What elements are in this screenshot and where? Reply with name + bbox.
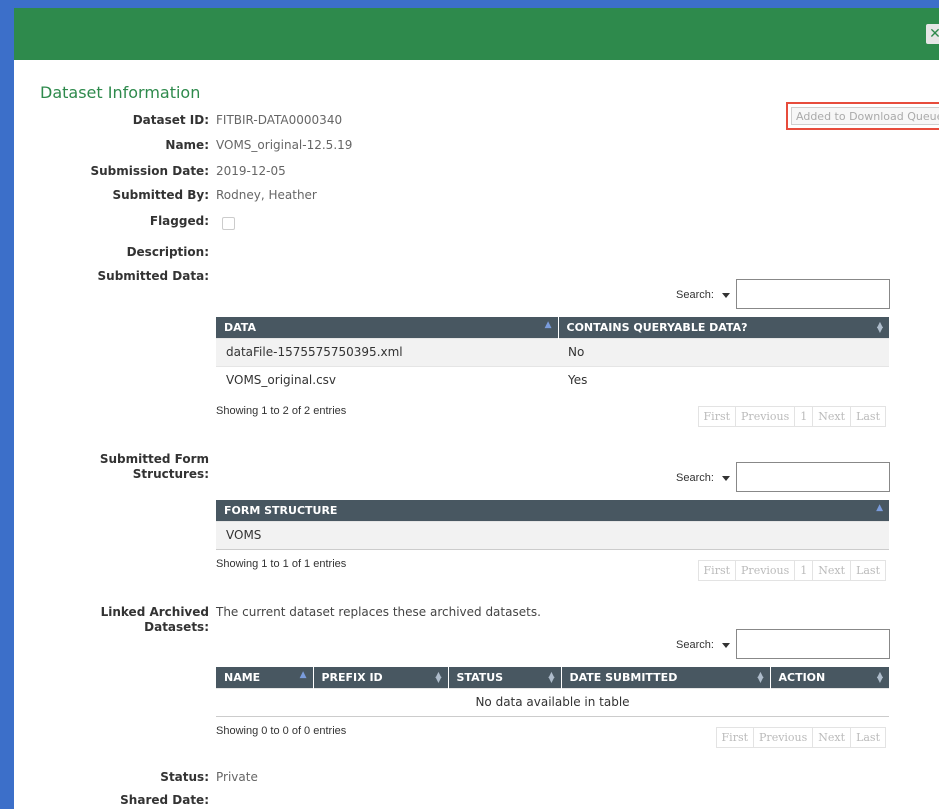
pager-first[interactable]: First — [697, 406, 737, 427]
description-label: Description: — [126, 245, 209, 259]
table-info: Showing 0 to 0 of 0 entries — [216, 725, 347, 737]
table-row[interactable]: VOMS — [216, 520, 889, 550]
search-label: Search: — [676, 289, 714, 301]
sort-asc-icon: ▲ — [544, 320, 552, 330]
submitted-data-table: DATA ▲ CONTAINS QUERYABLE DATA? ▲ ▼ dataFil… — [216, 317, 889, 394]
table-info: Showing 1 to 1 of 1 entries — [216, 558, 347, 570]
submitted-forms-label-1: Submitted Form — [99, 452, 209, 466]
pager-first[interactable]: First — [715, 727, 755, 748]
close-icon[interactable]: ✕ — [926, 24, 939, 44]
sort-icon: ▲ ▼ — [548, 670, 555, 684]
name-label: Name: — [165, 138, 209, 152]
dialog-header — [14, 8, 939, 60]
form-search-input[interactable] — [736, 462, 890, 492]
empty-table-message: No data available in table — [216, 687, 889, 717]
sort-asc-icon: ▲ — [299, 670, 307, 680]
download-queue-label: Added to Download Queue — [791, 107, 939, 125]
data-cell: VOMS_original.csv — [216, 365, 558, 394]
sort-icon: ▲ ▼ — [435, 670, 442, 684]
data-cell: dataFile-1575575750395.xml — [216, 337, 558, 366]
pager-previous[interactable]: Previous — [735, 560, 796, 581]
column-header-form-structure[interactable]: FORM STRUCTURE ▲ — [216, 500, 889, 521]
page-title: Dataset Information — [40, 83, 201, 102]
pager-previous[interactable]: Previous — [735, 406, 796, 427]
flagged-label: Flagged: — [149, 214, 209, 228]
pager-last[interactable]: Last — [850, 406, 886, 427]
search-label: Search: — [676, 472, 714, 484]
window-frame-top — [0, 0, 939, 8]
form-table-pager: First Previous 1 Next Last — [697, 560, 886, 581]
window-frame-left — [0, 0, 14, 809]
dialog-content: Dataset Information Added to Download Qu… — [14, 60, 939, 809]
column-header-name[interactable]: NAME ▲ — [216, 667, 314, 688]
linked-search-input[interactable] — [736, 629, 890, 659]
dataset-id-value: FITBIR-DATA0000340 — [216, 113, 343, 127]
linked-archived-label-2: Datasets: — [144, 620, 209, 634]
submitted-forms-label-2: Structures: — [132, 467, 209, 481]
linked-archived-label-1: Linked Archived — [100, 605, 209, 619]
sort-icon: ▲ ▼ — [757, 670, 764, 684]
column-header-action[interactable]: ACTION ▲ ▼ — [770, 667, 889, 688]
pager-previous[interactable]: Previous — [753, 727, 814, 748]
column-header-data[interactable]: DATA ▲ — [216, 317, 559, 338]
table-row-empty: No data available in table — [216, 687, 889, 717]
form-structure-cell: VOMS — [216, 520, 889, 550]
queryable-cell: Yes — [558, 365, 889, 394]
form-structures-table: FORM STRUCTURE ▲ VOMS — [216, 500, 889, 550]
download-queue-button[interactable]: Added to Download Queue — [786, 102, 939, 130]
shared-date-label: Shared Date: — [120, 793, 209, 807]
submitted-by-value: Rodney, Heather — [216, 188, 317, 202]
pager-last[interactable]: Last — [850, 560, 886, 581]
pager-next[interactable]: Next — [812, 727, 852, 748]
queryable-cell: No — [558, 337, 889, 366]
data-search-input[interactable] — [736, 279, 890, 309]
submitted-data-label: Submitted Data: — [97, 269, 209, 283]
pager-next[interactable]: Next — [812, 406, 852, 427]
table-row[interactable]: dataFile-1575575750395.xml No — [216, 337, 889, 366]
sort-asc-icon: ▲ — [876, 503, 883, 513]
status-value: Private — [216, 770, 258, 784]
linked-archived-description: The current dataset replaces these archi… — [216, 605, 541, 619]
column-header-date-submitted[interactable]: DATE SUBMITTED ▲ ▼ — [561, 667, 771, 688]
submitted-by-label: Submitted By: — [112, 188, 209, 202]
search-dropdown-icon[interactable] — [722, 476, 730, 481]
pager-first[interactable]: First — [697, 560, 737, 581]
linked-table-pager: First Previous Next Last — [715, 727, 886, 748]
search-label: Search: — [676, 639, 714, 651]
table-row[interactable]: VOMS_original.csv Yes — [216, 365, 889, 394]
flagged-checkbox[interactable] — [222, 217, 235, 230]
linked-datasets-table: NAME ▲ PREFIX ID ▲ ▼ STATUS ▲ ▼ DATE SUBMITTE… — [216, 667, 889, 717]
sort-icon: ▲ ▼ — [876, 320, 883, 334]
sort-icon: ▲ ▼ — [876, 670, 883, 684]
table-info: Showing 1 to 2 of 2 entries — [216, 405, 347, 417]
status-label: Status: — [160, 770, 209, 784]
pager-page[interactable]: 1 — [794, 560, 814, 581]
submission-date-value: 2019-12-05 — [216, 164, 286, 178]
dataset-id-label: Dataset ID: — [132, 113, 209, 127]
pager-last[interactable]: Last — [850, 727, 886, 748]
pager-page[interactable]: 1 — [794, 406, 814, 427]
search-dropdown-icon[interactable] — [722, 643, 730, 648]
submission-date-label: Submission Date: — [90, 164, 210, 178]
search-dropdown-icon[interactable] — [722, 293, 730, 298]
column-header-prefix-id[interactable]: PREFIX ID ▲ ▼ — [313, 667, 449, 688]
data-table-pager: First Previous 1 Next Last — [697, 406, 886, 427]
pager-next[interactable]: Next — [812, 560, 852, 581]
column-header-status[interactable]: STATUS ▲ ▼ — [448, 667, 562, 688]
column-header-queryable[interactable]: CONTAINS QUERYABLE DATA? ▲ ▼ — [558, 317, 889, 338]
name-value: VOMS_original-12.5.19 — [216, 138, 353, 152]
